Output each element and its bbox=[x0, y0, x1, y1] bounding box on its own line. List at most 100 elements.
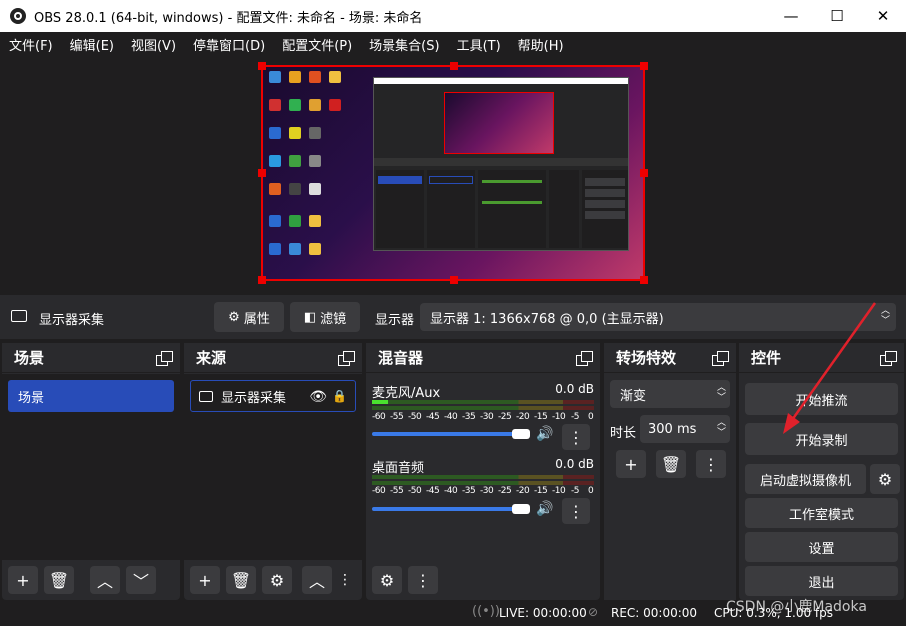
sources-list[interactable]: 显示器采集 👁 🔒 bbox=[184, 374, 362, 560]
duration-value: 300 ms bbox=[648, 421, 697, 437]
preview-canvas[interactable] bbox=[258, 62, 648, 284]
close-button[interactable]: ✕ bbox=[860, 0, 906, 32]
display-label: 显示器 bbox=[375, 313, 415, 328]
resize-handle[interactable] bbox=[640, 62, 648, 70]
rec-status: REC: 00:00:00 bbox=[611, 606, 698, 620]
display-select[interactable]: 显示器 1: 1366x768 @ 0,0 (主显示器) ︿ ﹀ bbox=[420, 303, 896, 331]
filters-button[interactable]: ◧ 滤镜 bbox=[290, 302, 360, 332]
transitions-body: 渐变 ︿ ﹀ 时长 300 ms ︿ ﹀ + 🗑 ⋮ bbox=[604, 374, 736, 600]
float-dock-icon[interactable] bbox=[156, 350, 173, 366]
volume-meter bbox=[372, 481, 594, 485]
virtual-camera-button[interactable]: 启动虚拟摄像机 bbox=[745, 464, 866, 494]
add-source-button[interactable]: + bbox=[190, 566, 220, 594]
volume-meter bbox=[372, 475, 594, 479]
meter-ticks: -60 -55 -50 -45 -40 -35 -30 -25 -20 -15 -10 -5 0 bbox=[372, 412, 594, 422]
title-bar: OBS 28.0.1 (64-bit, windows) - 配置文件: 未命名… bbox=[0, 0, 906, 32]
transition-type: 渐变 bbox=[620, 388, 647, 404]
speaker-icon[interactable]: 🔊 bbox=[536, 501, 553, 517]
minimize-button[interactable]: — bbox=[768, 0, 814, 32]
gear-icon[interactable]: ⚙ bbox=[262, 566, 292, 594]
float-dock-icon[interactable] bbox=[576, 350, 593, 366]
move-up-button[interactable]: ︿ bbox=[90, 566, 120, 594]
start-record-button[interactable]: 开始录制 bbox=[745, 423, 898, 455]
sources-title: 来源 bbox=[196, 349, 227, 367]
float-dock-icon[interactable] bbox=[338, 350, 355, 366]
spinner-icon: ︿ ﹀ bbox=[716, 383, 726, 403]
menu-scene-collection[interactable]: 场景集合(S) bbox=[360, 35, 447, 54]
float-dock-icon[interactable] bbox=[712, 350, 729, 366]
menu-edit[interactable]: 编辑(E) bbox=[61, 35, 122, 54]
gear-icon[interactable]: ⚙ bbox=[372, 566, 402, 594]
filters-label: 滤镜 bbox=[320, 311, 347, 327]
properties-button[interactable]: ⚙ 属性 bbox=[214, 302, 284, 332]
trash-icon[interactable]: 🗑 bbox=[226, 566, 256, 594]
mixer-title: 混音器 bbox=[378, 349, 424, 367]
menu-view[interactable]: 视图(V) bbox=[122, 35, 184, 54]
scenes-list[interactable]: 场景 bbox=[2, 374, 180, 560]
gear-icon: ⚙ bbox=[228, 309, 240, 325]
volume-slider[interactable] bbox=[372, 432, 522, 436]
duration-input[interactable]: 300 ms ︿ ﹀ bbox=[640, 415, 730, 443]
menu-tools[interactable]: 工具(T) bbox=[448, 35, 509, 54]
eye-icon[interactable]: 👁 bbox=[309, 389, 327, 405]
menu-docks[interactable]: 停靠窗口(D) bbox=[184, 35, 273, 54]
resize-handle[interactable] bbox=[450, 62, 458, 70]
list-item[interactable]: 显示器采集 👁 🔒 bbox=[190, 380, 356, 412]
more-icon[interactable]: ⋮ bbox=[562, 424, 590, 450]
scene-name: 场景 bbox=[18, 390, 45, 406]
watermark: CSDN @小鹿Madoka bbox=[726, 599, 867, 615]
menu-file[interactable]: 文件(F) bbox=[0, 35, 61, 54]
float-dock-icon[interactable] bbox=[880, 350, 897, 366]
add-scene-button[interactable]: + bbox=[8, 566, 38, 594]
spinner-icon: ︿ ﹀ bbox=[880, 306, 890, 326]
menu-help[interactable]: 帮助(H) bbox=[509, 35, 572, 54]
channel-name: 麦克风/Aux bbox=[372, 386, 441, 401]
volume-slider-knob[interactable] bbox=[512, 429, 530, 439]
more-icon[interactable]: ⋮ bbox=[562, 498, 590, 524]
controls-dock: 控件 开始推流 开始录制 启动虚拟摄像机 ⚙ 工作室模式 设置 退出 bbox=[739, 343, 904, 600]
move-down-button[interactable]: ﹀ bbox=[126, 566, 156, 594]
maximize-button[interactable]: ☐ bbox=[814, 0, 860, 32]
more-icon[interactable]: ⋮ bbox=[338, 572, 352, 588]
mixer-dock: 混音器 麦克风/Aux 0.0 dB -60 -55 -50 -45 -40 -35 -30… bbox=[366, 343, 600, 600]
gear-icon[interactable]: ⚙ bbox=[870, 464, 900, 494]
resize-handle[interactable] bbox=[640, 169, 648, 177]
volume-slider[interactable] bbox=[372, 507, 522, 511]
lock-icon[interactable]: 🔒 bbox=[332, 389, 347, 403]
status-bar: ((•)) LIVE: 00:00:00 ⊘ REC: 00:00:00 CPU… bbox=[0, 599, 906, 626]
add-transition-button[interactable]: + bbox=[616, 450, 646, 478]
obs-logo-icon bbox=[10, 8, 26, 24]
properties-label: 属性 bbox=[243, 311, 270, 327]
channel-db: 0.0 dB bbox=[555, 457, 594, 471]
trash-icon[interactable]: 🗑 bbox=[656, 450, 686, 478]
channel-db: 0.0 dB bbox=[555, 382, 594, 396]
source-name: 显示器采集 bbox=[221, 390, 287, 406]
settings-button[interactable]: 设置 bbox=[745, 532, 898, 562]
resize-handle[interactable] bbox=[640, 276, 648, 284]
meter-ticks: -60 -55 -50 -45 -40 -35 -30 -25 -20 -15 -10 -5 0 bbox=[372, 486, 594, 496]
volume-slider-knob[interactable] bbox=[512, 504, 530, 514]
list-item[interactable]: 场景 bbox=[8, 380, 174, 412]
more-icon[interactable]: ⋮ bbox=[696, 450, 726, 478]
exit-button[interactable]: 退出 bbox=[745, 566, 898, 596]
transitions-dock: 转场特效 渐变 ︿ ﹀ 时长 300 ms ︿ ﹀ + 🗑 ⋮ bbox=[604, 343, 736, 600]
move-up-button[interactable]: ︿ bbox=[302, 566, 332, 594]
monitor-icon bbox=[199, 390, 213, 402]
trash-icon[interactable]: 🗑 bbox=[44, 566, 74, 594]
transition-select[interactable]: 渐变 ︿ ﹀ bbox=[610, 380, 730, 408]
start-stream-button[interactable]: 开始推流 bbox=[745, 383, 898, 415]
monitor-icon bbox=[11, 310, 27, 322]
rec-icon: ⊘ bbox=[588, 605, 599, 619]
desktop-icons bbox=[265, 69, 341, 259]
controls-title: 控件 bbox=[751, 349, 782, 367]
studio-mode-button[interactable]: 工作室模式 bbox=[745, 498, 898, 528]
resize-handle[interactable] bbox=[258, 276, 266, 284]
resize-handle[interactable] bbox=[450, 276, 458, 284]
volume-meter bbox=[372, 406, 594, 410]
nested-obs-window bbox=[373, 77, 629, 251]
menu-profile[interactable]: 配置文件(P) bbox=[273, 35, 360, 54]
speaker-icon[interactable]: 🔊 bbox=[536, 426, 553, 442]
mixer-body: 麦克风/Aux 0.0 dB -60 -55 -50 -45 -40 -35 -30 -25-… bbox=[366, 374, 600, 560]
more-icon[interactable]: ⋮ bbox=[408, 566, 438, 594]
transitions-title: 转场特效 bbox=[616, 349, 677, 367]
